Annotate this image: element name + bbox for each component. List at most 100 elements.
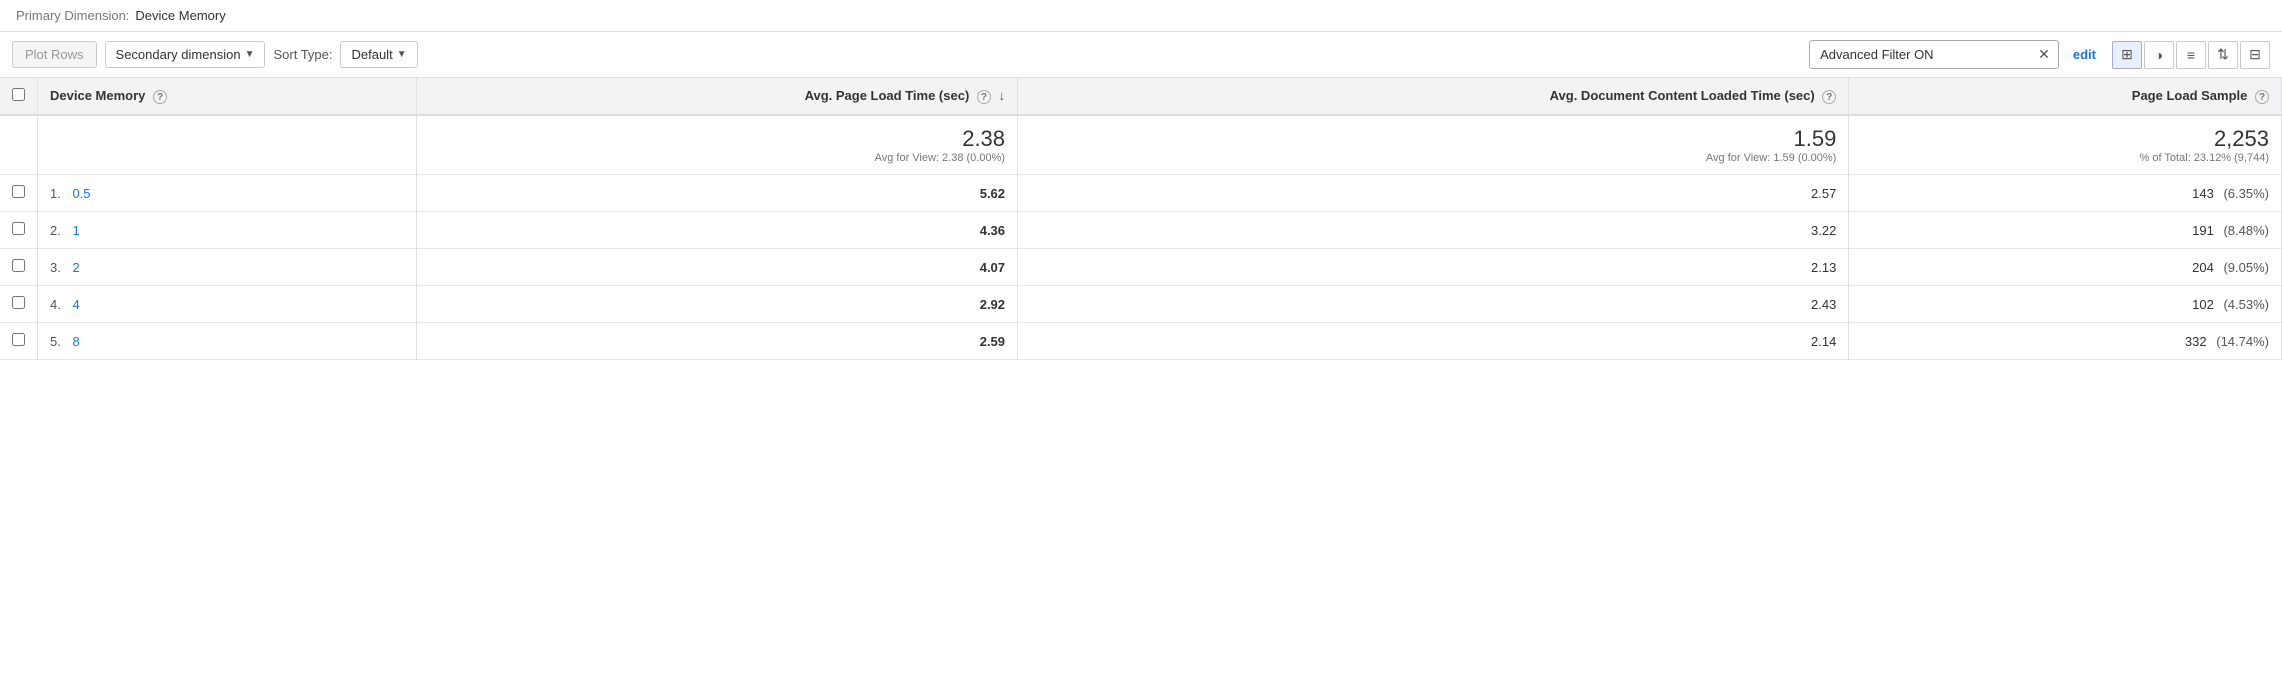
advanced-filter-clear-button[interactable]: ✕ (2030, 41, 2058, 68)
plot-rows-button[interactable]: Plot Rows (12, 41, 97, 68)
dimension-column-header: Device Memory ? (38, 78, 417, 115)
toolbar: Plot Rows Secondary dimension ▼ Sort Typ… (0, 32, 2282, 78)
primary-dimension-label: Primary Dimension: (16, 8, 129, 23)
row-metric3-cell: 332 (14.74%) (1849, 323, 2282, 360)
row-metric1-value: 2.59 (429, 334, 1005, 349)
row-metric1-cell: 4.36 (416, 212, 1017, 249)
summary-metric2-cell: 1.59 Avg for View: 1.59 (0.00%) (1018, 115, 1849, 175)
row-metric3-value: 143 (2192, 186, 2214, 201)
summary-checkbox-cell (0, 115, 38, 175)
summary-metric1-cell: 2.38 Avg for View: 2.38 (0.00%) (416, 115, 1017, 175)
table-header-row: Device Memory ? Avg. Page Load Time (sec… (0, 78, 2282, 115)
row-metric1-value: 5.62 (429, 186, 1005, 201)
row-number: 5. (50, 334, 61, 349)
row-number: 2. (50, 223, 61, 238)
row-metric3-value: 332 (2185, 334, 2207, 349)
view-compare-button[interactable]: ⇅ (2208, 41, 2238, 69)
summary-metric3-cell: 2,253 % of Total: 23.12% (9,744) (1849, 115, 2282, 175)
row-metric2-cell: 3.22 (1018, 212, 1849, 249)
row-dimension-link[interactable]: 2 (72, 260, 79, 275)
primary-dimension-bar: Primary Dimension: Device Memory (0, 0, 2282, 32)
row-metric2-cell: 2.43 (1018, 286, 1849, 323)
summary-metric2-value: 1.59 (1030, 126, 1836, 152)
secondary-dimension-caret: ▼ (245, 49, 255, 60)
select-all-checkbox[interactable] (12, 88, 25, 101)
sort-type-value: Default (351, 47, 392, 62)
summary-metric3-sub: % of Total: 23.12% (9,744) (1861, 152, 2269, 164)
metric1-sort-arrow[interactable]: ↓ (999, 88, 1006, 103)
row-metric2-value: 3.22 (1811, 223, 1836, 238)
row-metric1-cell: 2.59 (416, 323, 1017, 360)
row-number: 4. (50, 297, 61, 312)
dimension-help-icon[interactable]: ? (153, 90, 167, 104)
row-dimension-cell: 3. 2 (38, 249, 417, 286)
row-dimension-cell: 1. 0.5 (38, 175, 417, 212)
row-metric2-value: 2.14 (1811, 334, 1836, 349)
row-metric1-value: 2.92 (429, 297, 1005, 312)
primary-dimension-value: Device Memory (135, 8, 225, 23)
row-checkbox-cell (0, 286, 38, 323)
row-metric3-pct: (9.05%) (2223, 260, 2269, 275)
metric3-help-icon[interactable]: ? (2255, 90, 2269, 104)
view-bar-button[interactable]: ≡ (2176, 41, 2206, 69)
row-metric1-cell: 4.07 (416, 249, 1017, 286)
summary-metric2-sub: Avg for View: 1.59 (0.00%) (1030, 152, 1836, 164)
advanced-filter-input[interactable] (1810, 42, 2030, 67)
advanced-filter-box: ✕ (1809, 40, 2059, 69)
row-checkbox-1[interactable] (12, 222, 25, 235)
row-metric2-value: 2.57 (1811, 186, 1836, 201)
summary-metric1-sub: Avg for View: 2.38 (0.00%) (429, 152, 1005, 164)
sort-type-caret: ▼ (397, 49, 407, 60)
data-table: Device Memory ? Avg. Page Load Time (sec… (0, 78, 2282, 360)
row-metric2-value: 2.13 (1811, 260, 1836, 275)
row-metric3-cell: 102 (4.53%) (1849, 286, 2282, 323)
row-metric1-value: 4.36 (429, 223, 1005, 238)
edit-filter-link[interactable]: edit (2073, 47, 2096, 62)
row-metric3-value: 191 (2192, 223, 2214, 238)
row-dimension-link[interactable]: 8 (72, 334, 79, 349)
summary-metric3-value: 2,253 (1861, 126, 2269, 152)
row-checkbox-cell (0, 323, 38, 360)
metric2-column-header: Avg. Document Content Loaded Time (sec) … (1018, 78, 1849, 115)
row-checkbox-4[interactable] (12, 333, 25, 346)
row-dimension-cell: 2. 1 (38, 212, 417, 249)
row-metric3-pct: (6.35%) (2223, 186, 2269, 201)
summary-row: 2.38 Avg for View: 2.38 (0.00%) 1.59 Avg… (0, 115, 2282, 175)
row-metric3-cell: 191 (8.48%) (1849, 212, 2282, 249)
table-row: 1. 0.5 5.62 2.57 143 (6.35%) (0, 175, 2282, 212)
table-row: 4. 4 2.92 2.43 102 (4.53%) (0, 286, 2282, 323)
row-metric3-value: 204 (2192, 260, 2214, 275)
row-checkbox-2[interactable] (12, 259, 25, 272)
row-dimension-link[interactable]: 4 (72, 297, 79, 312)
view-table-button[interactable]: ⊞ (2112, 41, 2142, 69)
summary-dimension-cell (38, 115, 417, 175)
view-pivot-button[interactable]: ⊟ (2240, 41, 2270, 69)
row-metric3-pct: (4.53%) (2223, 297, 2269, 312)
metric3-column-header: Page Load Sample ? (1849, 78, 2282, 115)
row-metric2-cell: 2.14 (1018, 323, 1849, 360)
row-metric3-cell: 143 (6.35%) (1849, 175, 2282, 212)
sort-type-dropdown[interactable]: Default ▼ (340, 41, 417, 68)
row-dimension-cell: 4. 4 (38, 286, 417, 323)
row-metric1-cell: 2.92 (416, 286, 1017, 323)
summary-metric1-value: 2.38 (429, 126, 1005, 152)
row-checkbox-3[interactable] (12, 296, 25, 309)
secondary-dimension-dropdown[interactable]: Secondary dimension ▼ (105, 41, 266, 68)
metric1-help-icon[interactable]: ? (977, 90, 991, 104)
row-checkbox-0[interactable] (12, 185, 25, 198)
table-row: 5. 8 2.59 2.14 332 (14.74%) (0, 323, 2282, 360)
metric2-help-icon[interactable]: ? (1822, 90, 1836, 104)
row-metric3-pct: (14.74%) (2216, 334, 2269, 349)
row-metric1-cell: 5.62 (416, 175, 1017, 212)
row-dimension-link[interactable]: 1 (72, 223, 79, 238)
row-metric2-cell: 2.13 (1018, 249, 1849, 286)
row-metric2-cell: 2.57 (1018, 175, 1849, 212)
row-metric3-value: 102 (2192, 297, 2214, 312)
row-checkbox-cell (0, 249, 38, 286)
row-metric2-value: 2.43 (1811, 297, 1836, 312)
view-pie-button[interactable]: ◑ (2144, 41, 2174, 69)
metric1-column-header: Avg. Page Load Time (sec) ? ↓ (416, 78, 1017, 115)
checkbox-header (0, 78, 38, 115)
row-dimension-cell: 5. 8 (38, 323, 417, 360)
row-dimension-link[interactable]: 0.5 (72, 186, 90, 201)
